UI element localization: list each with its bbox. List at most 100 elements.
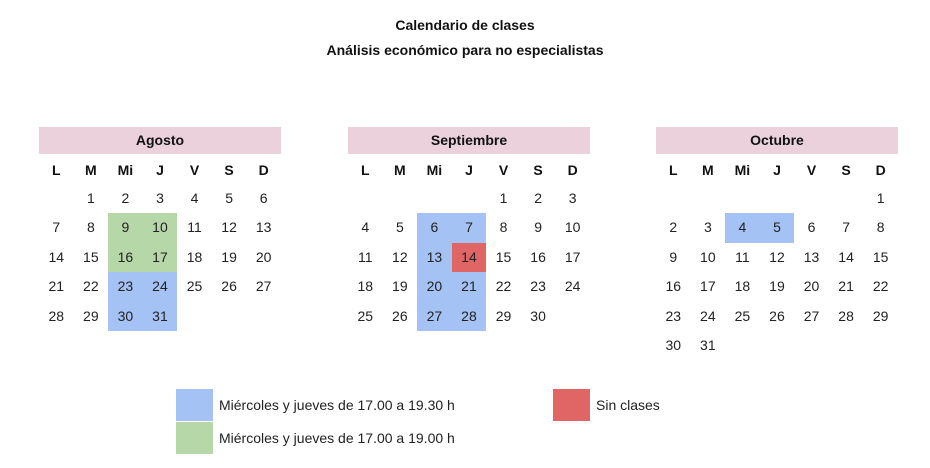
day-cell: 12: [221, 219, 237, 235]
day-cell: 28: [451, 301, 487, 331]
weekday-label: V: [806, 162, 817, 178]
day-cell: 1: [86, 189, 95, 206]
week-row: 9 10 11 12 13 14 15: [656, 243, 898, 273]
day-cell: 15: [495, 248, 512, 265]
day-cell: 19: [769, 278, 785, 294]
day-cell: 24: [564, 278, 581, 294]
day-cell: 29: [83, 307, 99, 324]
empty-day-cell: [246, 302, 281, 332]
day-cell: 29: [872, 307, 889, 324]
day-cell: 13: [255, 219, 272, 235]
weekday-label: D: [875, 162, 886, 178]
day-cell: 14: [451, 242, 487, 272]
calendar-title: Calendario de clases: [395, 17, 535, 33]
empty-day-cell: [212, 302, 247, 332]
day-cell: 12: [392, 248, 408, 265]
day-cell: 26: [221, 278, 237, 294]
week-row: 25 26 27 28 29 30: [348, 301, 590, 332]
day-cell: 30: [530, 307, 546, 324]
empty-day-cell: [177, 302, 212, 332]
month-august: Agosto L M Mi J V S D 1 2 3 4 5 6 7 8 9 10 11 12 13 14 15 16 17 1…: [39, 127, 281, 331]
day-cell: 24: [700, 307, 716, 324]
day-cell: 19: [392, 278, 408, 294]
empty-day-cell: [383, 184, 418, 214]
week-row: 30 31: [656, 331, 898, 361]
legend-item-green: Miércoles y jueves de 17.00 a 19.00 h: [176, 422, 455, 454]
day-cell: 8: [499, 219, 508, 235]
day-cell: 3: [568, 189, 577, 206]
day-cell: 23: [665, 307, 682, 324]
weekday-label: J: [465, 162, 473, 178]
week-row: 14 15 16 17 18 19 20: [39, 242, 281, 272]
week-row: 18 19 20 21 22 23 24: [348, 272, 590, 302]
day-cell: 27: [417, 301, 452, 331]
day-cell: 20: [803, 278, 820, 294]
weekday-label: S: [533, 162, 543, 178]
weekday-label: L: [361, 162, 370, 178]
empty-day-cell: [691, 184, 726, 214]
weekday-label: M: [85, 162, 97, 178]
legend-swatch-green: [176, 422, 213, 454]
day-cell: 5: [225, 189, 233, 206]
week-row: 1 2 3 4 5 6: [39, 184, 281, 214]
day-cell: 14: [48, 248, 65, 265]
empty-day-cell: [452, 184, 487, 214]
weekday-label: S: [841, 162, 851, 178]
day-cell: 16: [530, 248, 546, 265]
day-cell: 11: [358, 248, 373, 265]
legend-swatch-blue: [176, 389, 213, 421]
day-cell: 6: [259, 189, 268, 206]
weekday-label: Mi: [117, 162, 134, 178]
day-cell: 18: [186, 248, 203, 265]
day-cell: 9: [669, 248, 678, 265]
empty-day-cell: [39, 184, 74, 214]
legend-label-red: Sin clases: [596, 397, 660, 413]
day-cell: 20: [417, 272, 452, 302]
day-cell: 4: [725, 213, 760, 243]
day-cell: 2: [121, 189, 130, 206]
weekday-label: L: [52, 162, 61, 178]
empty-day-cell: [417, 184, 452, 214]
day-cell: 10: [564, 219, 581, 235]
empty-day-cell: [555, 302, 590, 332]
day-cell: 30: [108, 301, 143, 331]
day-cell: 23: [108, 272, 143, 302]
day-cell: 19: [221, 248, 237, 265]
day-cell: 14: [838, 248, 854, 265]
day-cell: 27: [803, 307, 820, 324]
day-cell: 7: [451, 213, 487, 243]
week-row: 28 29 30 31: [39, 301, 281, 332]
day-cell: 18: [357, 278, 374, 294]
day-cell: 21: [48, 278, 65, 294]
empty-day-cell: [829, 184, 864, 214]
day-cell: 2: [669, 219, 678, 235]
day-cell: 28: [838, 307, 854, 324]
weekday-header-row: L M Mi J V S D: [348, 154, 590, 184]
month-header: Agosto: [39, 127, 281, 154]
day-cell: 22: [872, 278, 889, 294]
weekday-label: D: [258, 162, 269, 178]
day-cell: 16: [665, 278, 682, 294]
month-september: Septiembre L M Mi J V S D 1 2 3 4 5 6 7 8 9 10 11 12 13 14 15 1…: [348, 127, 590, 331]
empty-day-cell: [794, 331, 829, 361]
month-header: Septiembre: [348, 127, 590, 154]
empty-day-cell: [656, 184, 691, 214]
day-cell: 6: [807, 219, 816, 235]
weekday-label: J: [156, 162, 164, 178]
weekday-label: L: [669, 162, 678, 178]
day-cell: 26: [392, 307, 408, 324]
day-cell: 4: [361, 219, 370, 235]
day-cell: 8: [86, 219, 95, 235]
day-cell: 10: [700, 248, 716, 265]
legend-swatch-red: [553, 389, 590, 421]
day-cell: 23: [530, 278, 546, 294]
day-cell: 30: [665, 337, 682, 353]
day-cell: 20: [255, 248, 272, 265]
day-cell: 17: [564, 248, 581, 265]
day-cell: 25: [357, 307, 374, 324]
day-cell: 11: [735, 248, 750, 265]
day-cell: 15: [83, 248, 99, 265]
week-row: 23 24 25 26 27 28 29: [656, 302, 898, 332]
week-row: 21 22 23 24 25 26 27: [39, 272, 281, 302]
empty-day-cell: [760, 184, 795, 214]
